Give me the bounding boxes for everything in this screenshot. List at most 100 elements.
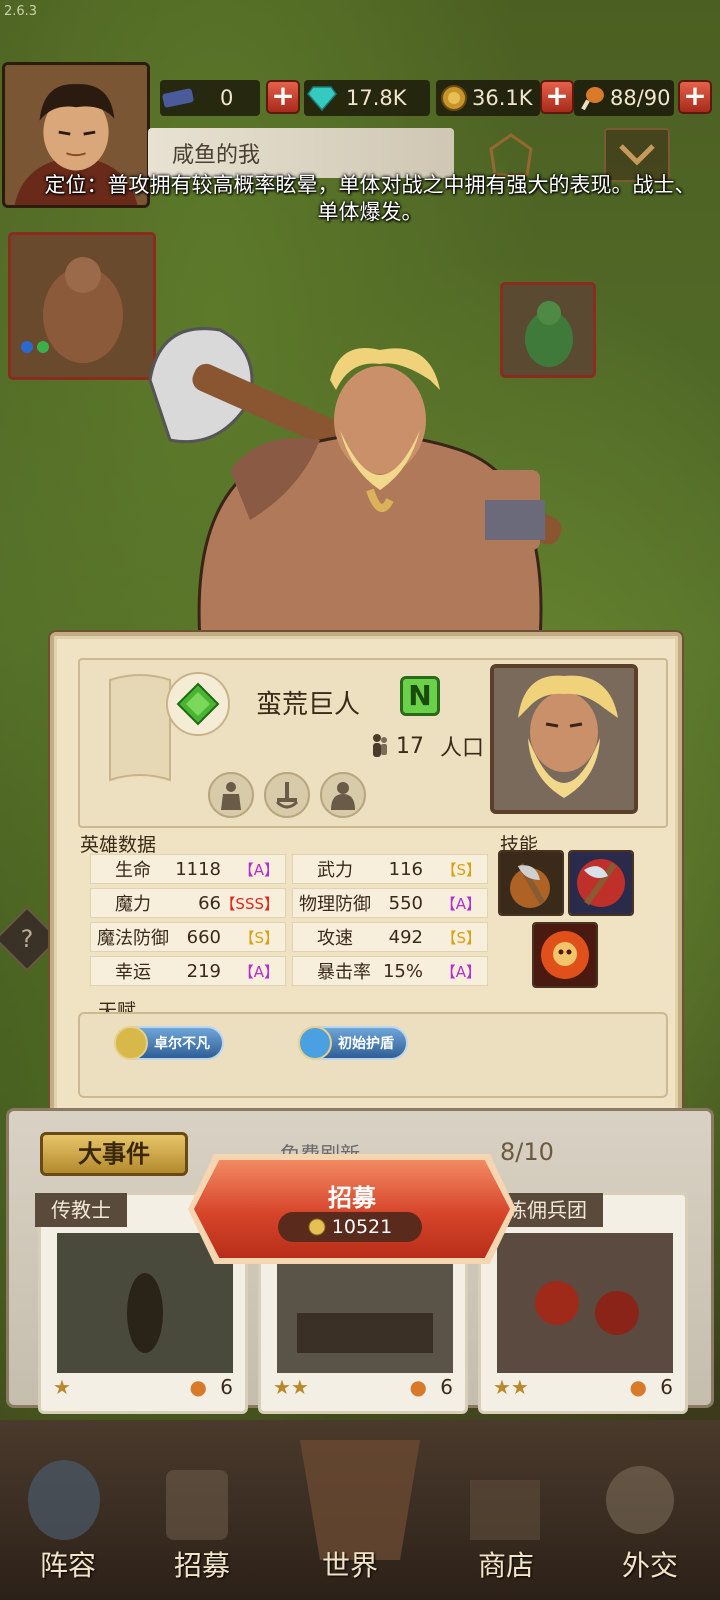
recruit-count: 8/10 bbox=[500, 1138, 554, 1166]
hero-description: 定位：普攻拥有较高概率眩晕，单体对战之中拥有强大的表现。战士、单体爆发。 bbox=[44, 173, 696, 224]
recruit-card-footer: ★ 6 ● bbox=[53, 1375, 233, 1403]
stat-label: 暴击率 bbox=[317, 962, 371, 983]
talent-box: 卓尔不凡 初始护盾 bbox=[78, 1012, 668, 1098]
ticket-icon bbox=[160, 80, 196, 116]
double-axe-icon[interactable] bbox=[568, 850, 634, 916]
nav-lineup[interactable]: 阵容 bbox=[8, 1544, 128, 1584]
stat-value: 660 bbox=[186, 926, 221, 948]
population-label: 人口 bbox=[440, 736, 485, 761]
resource-bar: 0 + 17.8K 36.1K + 88/90 + bbox=[160, 80, 716, 118]
gold-coin-icon bbox=[308, 1218, 326, 1236]
food-counter: 88/90 bbox=[574, 80, 674, 116]
stat-grade: 【A】 bbox=[238, 962, 279, 981]
gem-counter: 17.8K bbox=[304, 80, 430, 116]
population-line: 17 人口 bbox=[370, 730, 484, 762]
stat-grade: 【A】 bbox=[238, 860, 279, 879]
stat-grade: 【A】 bbox=[440, 894, 481, 913]
stat-grade: 【S】 bbox=[239, 928, 279, 947]
flame-skull-icon[interactable] bbox=[532, 922, 598, 988]
ticket-value: 0 bbox=[220, 86, 234, 110]
add-food-button[interactable]: + bbox=[678, 80, 712, 114]
gem-value: 17.8K bbox=[346, 86, 407, 110]
recruit-button-label[interactable]: 招募 bbox=[194, 1178, 510, 1213]
food-value: 88/90 bbox=[610, 86, 671, 110]
stat-value: 116 bbox=[388, 858, 423, 880]
stats-section-label: 英雄数据 bbox=[80, 834, 157, 856]
talent-label: 卓尔不凡 bbox=[154, 1036, 210, 1052]
stat-grade: 【A】 bbox=[440, 962, 481, 981]
element-gem bbox=[166, 672, 230, 736]
scroll-decoration-icon bbox=[109, 674, 171, 782]
side-hero-card-left[interactable] bbox=[8, 232, 156, 380]
recruit-card[interactable]: 练佣兵团 ★★ 6 ● bbox=[478, 1192, 688, 1414]
recruit-card-footer: ★★ 6 ● bbox=[273, 1375, 453, 1403]
stat-value: 15% bbox=[382, 960, 423, 982]
nav-recruit[interactable]: 招募 bbox=[142, 1544, 262, 1584]
talent-label: 初始护盾 bbox=[338, 1036, 394, 1052]
gold-coin-icon bbox=[436, 80, 472, 116]
stat-grade: 【SSS】 bbox=[220, 894, 279, 913]
nav-diplomacy[interactable]: 外交 bbox=[590, 1544, 710, 1584]
help-icon[interactable]: ? bbox=[4, 916, 50, 962]
recruit-card-footer: ★★ 6 ● bbox=[493, 1375, 673, 1403]
hero-info-panel: 蛮荒巨人 N 17 人口 英雄数据 技能 生命 1118 【A】 武力 116 … bbox=[50, 632, 682, 1118]
diamond-icon bbox=[304, 80, 340, 116]
axe-strike-icon[interactable] bbox=[498, 850, 564, 916]
tank-role-icon[interactable] bbox=[320, 772, 366, 818]
green-gem-icon bbox=[176, 682, 220, 726]
warrior-role-icon[interactable] bbox=[208, 772, 254, 818]
recruit-card-image bbox=[497, 1233, 673, 1373]
population-icon bbox=[373, 734, 387, 757]
stat-label: 物理防御 bbox=[299, 894, 371, 915]
recruit-cost: 10521 bbox=[278, 1212, 422, 1242]
stat-value: 492 bbox=[388, 926, 423, 948]
recruit-cost-value: 10521 bbox=[331, 1216, 393, 1238]
hero-header: 蛮荒巨人 N 17 人口 bbox=[78, 658, 668, 828]
ticket-counter: 0 bbox=[160, 80, 260, 116]
stat-row: 物理防御 550 【A】 bbox=[292, 888, 488, 918]
stat-grade: 【S】 bbox=[441, 928, 481, 947]
gold-value: 36.1K bbox=[472, 86, 533, 110]
add-gold-button[interactable]: + bbox=[540, 80, 574, 114]
shield-talent-icon bbox=[298, 1026, 332, 1060]
stat-row: 攻速 492 【S】 bbox=[292, 922, 488, 952]
barbarian-giant-art bbox=[148, 327, 562, 640]
talent-pill[interactable]: 卓尔不凡 bbox=[114, 1026, 224, 1060]
gold-counter: 36.1K bbox=[436, 80, 540, 116]
hero-grade-badge: N bbox=[400, 676, 440, 716]
nav-shop[interactable]: 商店 bbox=[446, 1544, 566, 1584]
star-icon: ★★ bbox=[273, 1375, 309, 1399]
stat-value: 550 bbox=[388, 892, 423, 914]
stat-grade: 【S】 bbox=[441, 860, 481, 879]
event-button[interactable]: 大事件 bbox=[40, 1132, 188, 1176]
recruit-card-cost: 6 bbox=[440, 1375, 453, 1399]
meat-icon: ● bbox=[629, 1375, 647, 1399]
meat-icon: ● bbox=[409, 1375, 427, 1399]
nav-world[interactable]: 世界 bbox=[290, 1544, 410, 1584]
stat-row: 生命 1118 【A】 bbox=[90, 854, 286, 884]
star-icon: ★★ bbox=[493, 1375, 529, 1399]
star-icon: ★ bbox=[53, 1375, 71, 1399]
recruit-card-title: 传教士 bbox=[35, 1193, 127, 1227]
population-value: 17 bbox=[396, 733, 424, 759]
add-ticket-button[interactable]: + bbox=[266, 80, 300, 114]
player-name[interactable]: 咸鱼的我 bbox=[148, 128, 454, 178]
recruit-card-cost: 6 bbox=[220, 1375, 233, 1399]
sword-role-icon[interactable] bbox=[264, 772, 310, 818]
stat-row: 武力 116 【S】 bbox=[292, 854, 488, 884]
stat-row: 魔法防御 660 【S】 bbox=[90, 922, 286, 952]
meat-icon bbox=[574, 80, 610, 116]
stat-label: 幸运 bbox=[115, 962, 151, 983]
meat-icon: ● bbox=[189, 1375, 207, 1399]
giant-face-portrait bbox=[494, 668, 634, 810]
stat-value: 66 bbox=[198, 892, 221, 914]
bottom-nav: 阵容 招募 世界 商店 外交 bbox=[0, 1420, 720, 1600]
hero-name: 蛮荒巨人 bbox=[256, 690, 361, 720]
talent-pill[interactable]: 初始护盾 bbox=[298, 1026, 408, 1060]
recruit-card-image bbox=[57, 1233, 233, 1373]
stat-row: 魔力 66 【SSS】 bbox=[90, 888, 286, 918]
version-label: 2.6.3 bbox=[4, 4, 38, 19]
stat-label: 武力 bbox=[317, 860, 353, 881]
hero-portrait bbox=[490, 664, 638, 814]
stat-label: 魔法防御 bbox=[97, 928, 169, 949]
